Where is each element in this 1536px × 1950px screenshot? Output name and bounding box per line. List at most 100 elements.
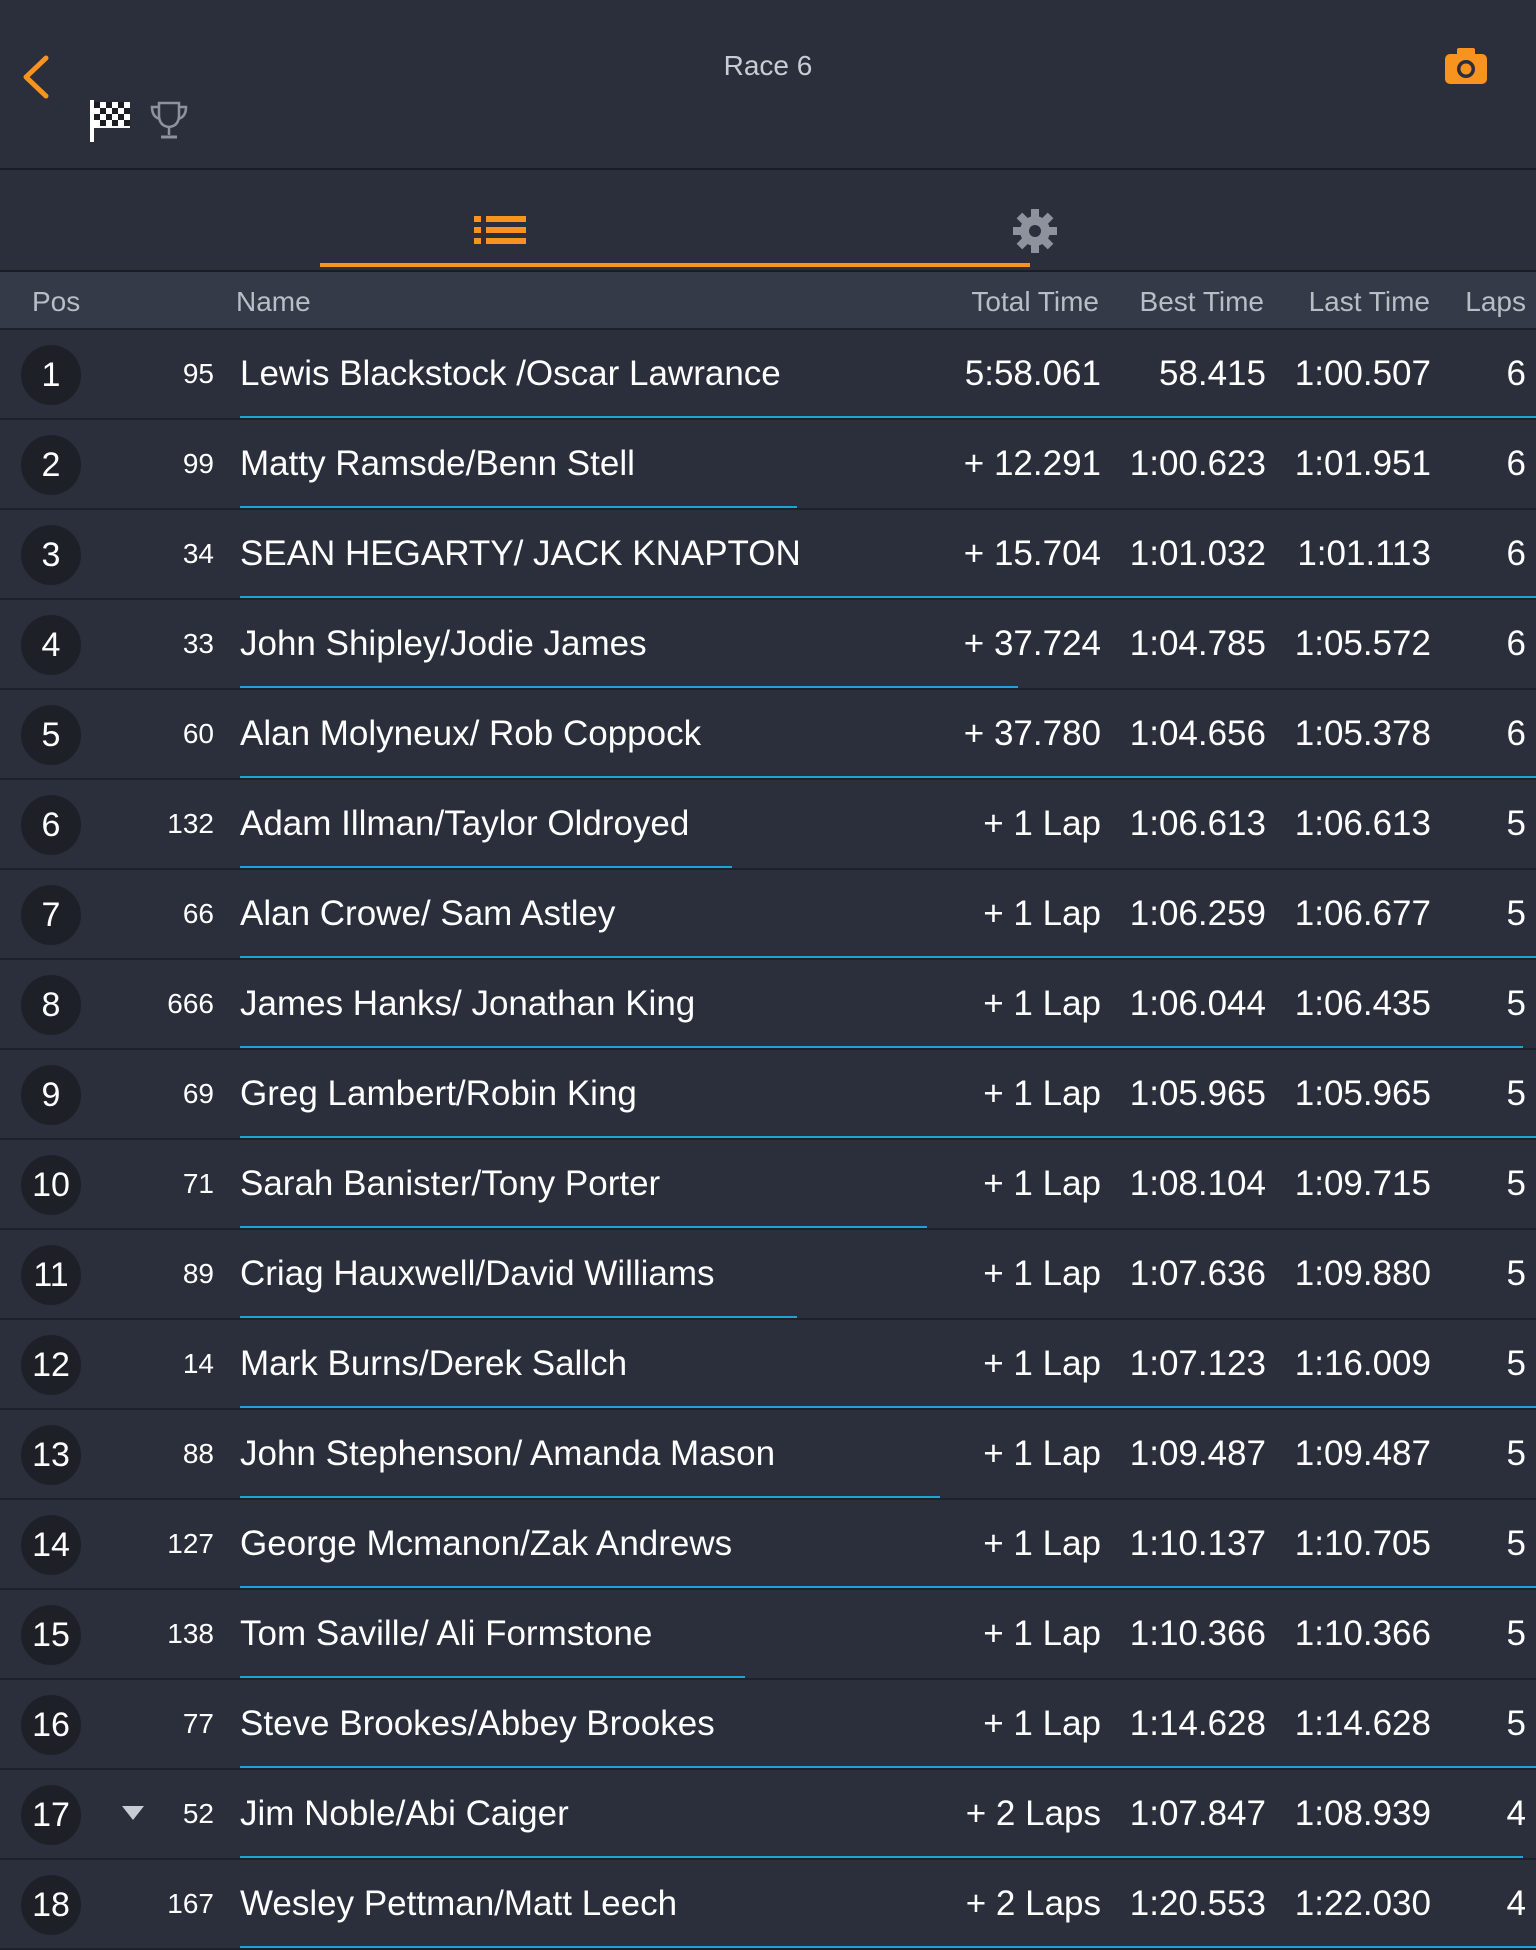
position-badge: 1 — [21, 345, 81, 405]
last-time: 1:09.880 — [1294, 1254, 1431, 1293]
camera-icon[interactable] — [1443, 46, 1489, 86]
total-time: + 1 Lap — [983, 984, 1101, 1023]
table-row[interactable]: 16 77 Steve Brookes/Abbey Brookes + 1 Lap 1:… — [0, 1680, 1536, 1770]
total-time: + 15.704 — [963, 534, 1101, 573]
last-time: 1:10.705 — [1294, 1524, 1431, 1563]
laps-count: 6 — [1506, 444, 1526, 483]
table-row[interactable]: 9 69 Greg Lambert/Robin King + 1 Lap 1:05.96… — [0, 1050, 1536, 1140]
position-badge: 6 — [21, 795, 81, 855]
checkered-flag-icon[interactable] — [88, 98, 132, 144]
laps-count: 5 — [1506, 1254, 1526, 1293]
laps-count: 4 — [1506, 1794, 1526, 1833]
lap-progress-bar — [240, 1136, 1536, 1138]
column-header-pos[interactable]: Pos — [32, 286, 80, 318]
table-row[interactable]: 10 71 Sarah Banister/Tony Porter + 1 Lap 1:0… — [0, 1140, 1536, 1230]
position-badge: 15 — [21, 1605, 81, 1665]
driver-name: Wesley Pettman/Matt Leech — [240, 1884, 678, 1923]
active-tab-indicator — [320, 263, 1030, 267]
table-row[interactable]: 15 138 Tom Saville/ Ali Formstone + 1 Lap 1:… — [0, 1590, 1536, 1680]
table-row[interactable]: 6 132 Adam Illman/Taylor Oldroyed + 1 Lap 1:… — [0, 780, 1536, 870]
last-time: 1:06.435 — [1294, 984, 1431, 1023]
last-time: 1:22.030 — [1294, 1884, 1431, 1923]
driver-name: Matty Ramsde/Benn Stell — [240, 444, 635, 483]
total-time: + 2 Laps — [965, 1794, 1101, 1833]
laps-count: 5 — [1506, 804, 1526, 843]
last-time: 1:06.613 — [1294, 804, 1431, 843]
total-time: + 1 Lap — [983, 1614, 1101, 1653]
laps-count: 5 — [1506, 1524, 1526, 1563]
table-row[interactable]: 17 52 Jim Noble/Abi Caiger + 2 Laps 1:07.847… — [0, 1770, 1536, 1860]
position-badge: 10 — [21, 1155, 81, 1215]
best-time: 1:06.613 — [1129, 804, 1266, 843]
table-row[interactable]: 13 88 John Stephenson/ Amanda Mason + 1 Lap… — [0, 1410, 1536, 1500]
car-number: 33 — [182, 628, 214, 659]
driver-name: Steve Brookes/Abbey Brookes — [240, 1704, 715, 1743]
gear-icon[interactable] — [1010, 206, 1060, 256]
table-row[interactable]: 8 666 James Hanks/ Jonathan King + 1 Lap 1:0… — [0, 960, 1536, 1050]
lap-progress-bar — [240, 686, 1018, 688]
driver-name: SEAN HEGARTY/ JACK KNAPTON — [240, 534, 801, 573]
best-time: 1:14.628 — [1129, 1704, 1266, 1743]
lap-progress-bar — [240, 956, 1536, 958]
best-time: 1:07.847 — [1129, 1794, 1266, 1833]
total-time: + 1 Lap — [983, 1074, 1101, 1113]
car-number: 14 — [182, 1348, 214, 1379]
lap-progress-bar — [240, 1946, 1536, 1948]
column-header-last-time[interactable]: Last Time — [1309, 286, 1430, 318]
total-time: + 37.724 — [963, 624, 1101, 663]
column-header-name[interactable]: Name — [236, 286, 311, 318]
column-header-best-time[interactable]: Best Time — [1140, 286, 1264, 318]
car-number: 89 — [182, 1258, 214, 1289]
car-number: 52 — [182, 1798, 214, 1829]
table-row[interactable]: 3 34 SEAN HEGARTY/ JACK KNAPTON + 15.704 1:0… — [0, 510, 1536, 600]
driver-name: Greg Lambert/Robin King — [240, 1074, 637, 1113]
last-time: 1:01.951 — [1294, 444, 1431, 483]
laps-count: 5 — [1506, 984, 1526, 1023]
position-badge: 7 — [21, 885, 81, 945]
laps-count: 5 — [1506, 894, 1526, 933]
laps-count: 5 — [1506, 1164, 1526, 1203]
app-header: Race 6 — [0, 0, 1536, 170]
laps-count: 6 — [1506, 714, 1526, 753]
last-time: 1:09.715 — [1294, 1164, 1431, 1203]
total-time: + 1 Lap — [983, 804, 1101, 843]
table-row[interactable]: 14 127 George Mcmanon/Zak Andrews + 1 Lap 1:… — [0, 1500, 1536, 1590]
total-time: + 1 Lap — [983, 1344, 1101, 1383]
table-row[interactable]: 18 167 Wesley Pettman/Matt Leech + 2 Laps 1:… — [0, 1860, 1536, 1950]
lap-progress-bar — [240, 1406, 1536, 1408]
table-row[interactable]: 4 33 John Shipley/Jodie James + 37.724 1:04.… — [0, 600, 1536, 690]
best-time: 1:07.636 — [1129, 1254, 1266, 1293]
last-time: 1:06.677 — [1294, 894, 1431, 933]
last-time: 1:09.487 — [1294, 1434, 1431, 1473]
lap-progress-bar — [240, 866, 732, 868]
driver-name: Alan Molyneux/ Rob Coppock — [240, 714, 702, 753]
column-header-laps[interactable]: Laps — [1465, 286, 1526, 318]
driver-name: Lewis Blackstock /Oscar Lawrance — [240, 354, 781, 393]
table-row[interactable]: 2 99 Matty Ramsde/Benn Stell + 12.291 1:00.6… — [0, 420, 1536, 510]
total-time: + 37.780 — [963, 714, 1101, 753]
position-badge: 8 — [21, 975, 81, 1035]
driver-name: Criag Hauxwell/David Williams — [240, 1254, 715, 1293]
position-badge: 14 — [21, 1515, 81, 1575]
lap-progress-bar — [240, 1496, 940, 1498]
total-time: + 12.291 — [963, 444, 1101, 483]
lap-progress-bar — [240, 776, 1536, 778]
table-row[interactable]: 7 66 Alan Crowe/ Sam Astley + 1 Lap 1:06.259… — [0, 870, 1536, 960]
position-badge: 17 — [21, 1785, 81, 1845]
last-time: 1:14.628 — [1294, 1704, 1431, 1743]
best-time: 1:04.656 — [1129, 714, 1266, 753]
trophy-icon[interactable] — [148, 100, 190, 142]
driver-name: George Mcmanon/Zak Andrews — [240, 1524, 733, 1563]
table-row[interactable]: 11 89 Criag Hauxwell/David Williams + 1 Lap… — [0, 1230, 1536, 1320]
table-row[interactable]: 1 95 Lewis Blackstock /Oscar Lawrance 5:58.… — [0, 330, 1536, 420]
position-badge: 5 — [21, 705, 81, 765]
column-header-total-time[interactable]: Total Time — [971, 286, 1099, 318]
total-time: 5:58.061 — [964, 354, 1101, 393]
table-row[interactable]: 12 14 Mark Burns/Derek Sallch + 1 Lap 1:07.1… — [0, 1320, 1536, 1410]
driver-name: John Stephenson/ Amanda Mason — [240, 1434, 776, 1473]
list-icon[interactable] — [470, 210, 530, 250]
results-list: 1 95 Lewis Blackstock /Oscar Lawrance 5:58.… — [0, 330, 1536, 1950]
lap-progress-bar — [240, 506, 797, 508]
best-time: 1:05.965 — [1129, 1074, 1266, 1113]
table-row[interactable]: 5 60 Alan Molyneux/ Rob Coppock + 37.780 1:0… — [0, 690, 1536, 780]
